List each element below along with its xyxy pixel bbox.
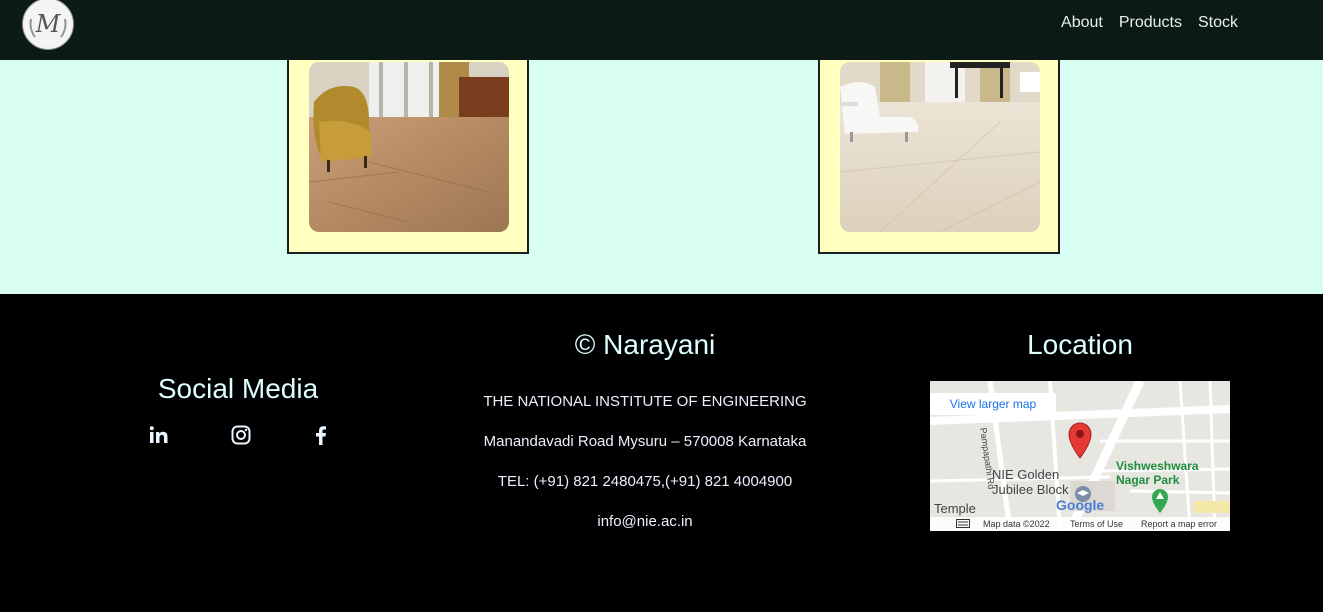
- instagram-icon[interactable]: [230, 424, 252, 451]
- park-marker-icon: [1152, 489, 1168, 513]
- social-media-heading: Social Media: [157, 373, 319, 404]
- view-larger-map-link[interactable]: View larger map: [930, 393, 1056, 415]
- institute-telephone: TEL: (+91) 821 2480475,(+91) 821 4004900: [497, 473, 793, 490]
- keyboard-icon[interactable]: [956, 519, 970, 530]
- nav-products-link[interactable]: Products: [1119, 13, 1182, 33]
- map-data-text: Map data ©2022: [983, 519, 1050, 529]
- logo-emblem-icon: M: [25, 1, 71, 47]
- map-terms-link[interactable]: Terms of Use: [1070, 519, 1123, 529]
- institute-address: Manandavadi Road Mysuru – 570008 Karnata…: [483, 433, 807, 450]
- location-heading: Location: [1027, 329, 1133, 360]
- social-icons: [148, 424, 348, 448]
- nav-stock-link[interactable]: Stock: [1198, 13, 1238, 33]
- map-attribution-bar: Map data ©2022 Terms of Use Report a map…: [930, 517, 1230, 531]
- location-column: Location View larger map Pampapathi Rd N…: [930, 328, 1230, 531]
- facebook-icon[interactable]: [310, 424, 332, 451]
- brand-copyright-heading: © Narayani: [574, 329, 716, 360]
- svg-text:M: M: [35, 10, 62, 38]
- product-card[interactable]: [818, 60, 1060, 254]
- map-block-label: NIE Golden Jubilee Block: [992, 467, 1069, 497]
- product-image-marble-armchair: [309, 62, 509, 232]
- map-park-label: Vishweshwara Nagar Park: [1116, 459, 1199, 487]
- institute-name: THE NATIONAL INSTITUTE OF ENGINEERING: [483, 393, 807, 410]
- embedded-map[interactable]: View larger map Pampapathi Rd NIE Golden…: [930, 381, 1230, 531]
- contact-column: © Narayani THE NATIONAL INSTITUTE OF ENG…: [445, 328, 845, 542]
- navbar: M About Products Stock: [0, 0, 1323, 60]
- nav-links: About Products Stock: [1061, 13, 1238, 33]
- map-temple-label: Temple: [934, 501, 976, 516]
- map-report-link[interactable]: Report a map error: [1141, 519, 1217, 529]
- linkedin-icon[interactable]: [148, 424, 170, 451]
- google-logo: Google: [1056, 497, 1105, 513]
- product-card[interactable]: [287, 60, 529, 254]
- product-image-white-lounge: [840, 62, 1040, 232]
- footer: Social Media © Narayani THE NATIONAL INS…: [0, 294, 1323, 612]
- institute-email[interactable]: info@nie.ac.in: [445, 502, 845, 542]
- brand-logo[interactable]: M: [22, 0, 74, 50]
- nav-about-link[interactable]: About: [1061, 13, 1103, 33]
- products-section: [0, 60, 1323, 294]
- map-pin-icon: [1068, 422, 1092, 459]
